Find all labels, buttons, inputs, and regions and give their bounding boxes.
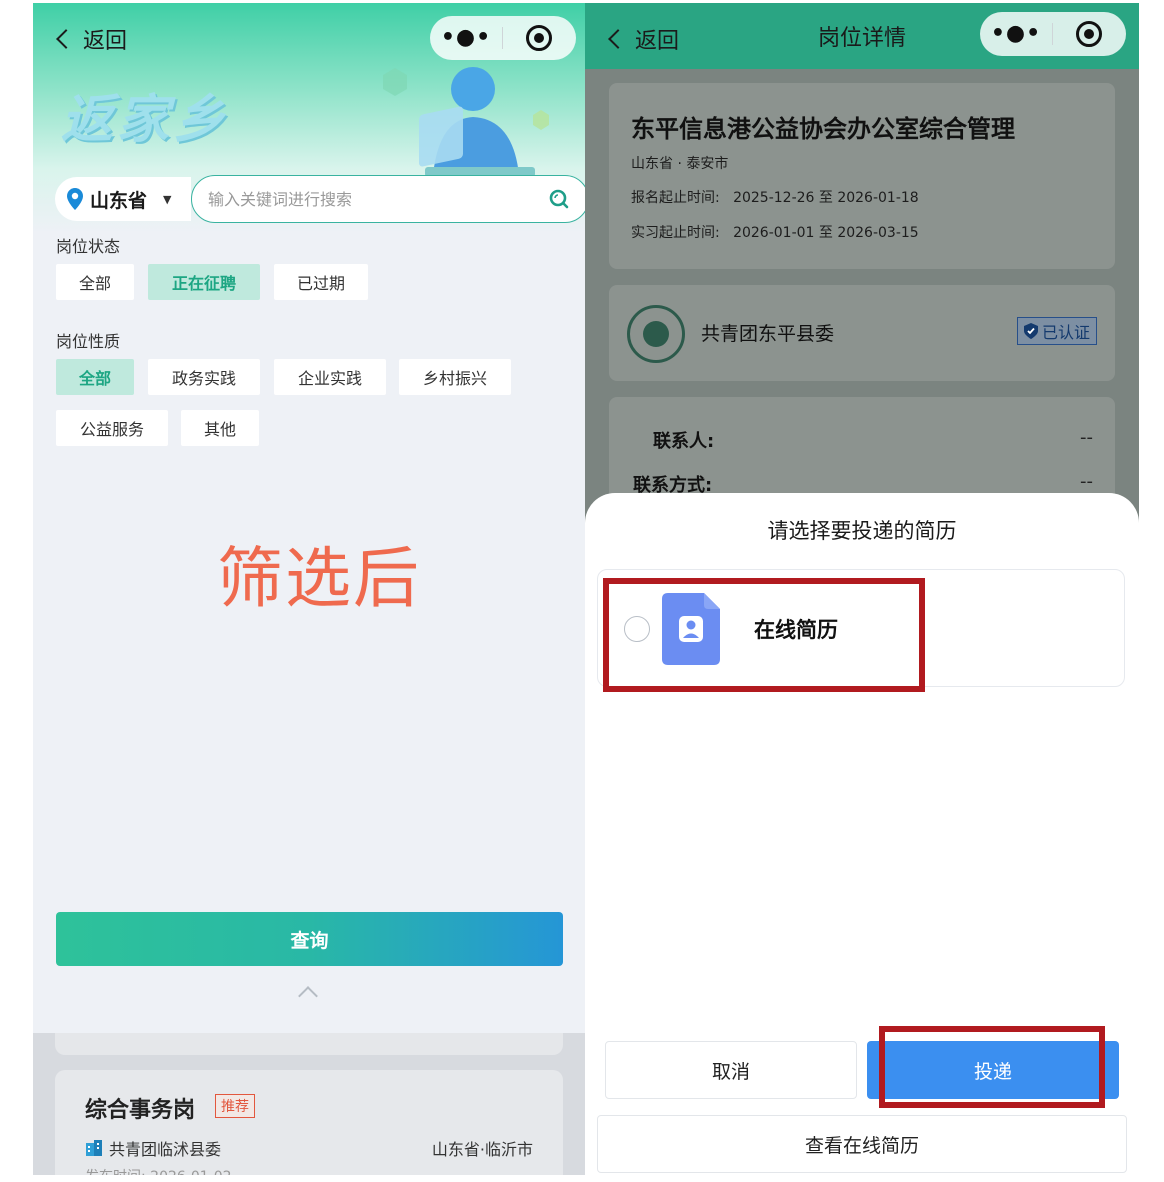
status-chip-expired[interactable]: 已过期 [274,264,368,300]
recommend-badge: 推荐 [215,1094,255,1118]
more-icon[interactable]: •●• [430,16,502,60]
query-button[interactable]: 查询 [56,912,563,966]
job-region: 山东省·临沂市 [431,1140,533,1159]
more-icon[interactable]: •●• [980,12,1052,56]
chevron-left-icon [56,29,76,49]
job-detail-title: 东平信息港公益协会办公室综合管理 [631,115,1015,143]
intern-label: 实习起止时间: [631,225,720,241]
mini-program-capsule: •●• [980,12,1126,56]
contact-person-label: 联系人: [653,431,715,452]
job-location: 山东省 · 泰安市 [631,156,729,172]
previous-card-edge [55,1033,563,1055]
province-selector[interactable]: 山东省 ▼ [55,177,191,221]
highlight-box-option [603,578,925,692]
close-target-icon[interactable] [1053,21,1125,47]
job-publish-time: 发布时间: 2026-01-02 [85,1166,232,1175]
back-label: 返回 [83,29,128,54]
org-name: 共青团东平县委 [701,323,835,345]
verified-label: 已认证 [1041,323,1090,342]
sheet-title: 请选择要投递的简历 [767,519,957,543]
status-section-label: 岗位状态 [56,237,121,256]
annotation-watermark: 筛选后 [217,540,421,617]
status-chip-recruiting[interactable]: 正在征聘 [148,264,260,300]
job-org: 共青团临沭县委 [85,1136,221,1160]
search-bar [191,175,585,223]
location-pin-icon [67,188,83,210]
signup-period: 报名起止时间: 2025-12-26 至 2026-01-18 [631,187,919,207]
nature-chip-rural[interactable]: 乡村振兴 [399,359,511,395]
close-target-icon[interactable] [503,25,575,51]
banner-illustration [383,67,549,177]
collapse-chevron-icon[interactable] [298,986,318,1006]
verified-badge: 已认证 [1016,317,1097,345]
cancel-button[interactable]: 取消 [605,1041,857,1099]
signup-label: 报名起止时间: [631,190,720,206]
contact-method-value: -- [1080,471,1093,492]
org-card: 共青团东平县委 已认证 [609,285,1115,381]
search-input[interactable] [208,189,528,209]
job-title: 综合事务岗 [85,1098,196,1123]
nature-section-label: 岗位性质 [56,332,121,351]
contact-person-value: -- [1080,427,1093,448]
nature-chip-government[interactable]: 政务实践 [148,359,260,395]
nature-chip-all[interactable]: 全部 [56,359,134,395]
signup-range: 2025-12-26 至 2026-01-18 [733,190,919,206]
back-button[interactable]: 返回 [53,23,127,55]
nature-chip-public-service[interactable]: 公益服务 [56,410,168,446]
shield-check-icon [1023,323,1038,339]
building-icon [86,1140,102,1156]
banner-title: 返家乡 [61,90,230,150]
search-icon[interactable] [548,188,570,210]
mini-program-capsule: •●• [430,16,576,60]
highlight-box-submit [879,1026,1105,1108]
nature-chip-enterprise[interactable]: 企业实践 [274,359,386,395]
intern-range: 2026-01-01 至 2026-03-15 [733,225,919,241]
job-summary-card: 东平信息港公益协会办公室综合管理 山东省 · 泰安市 报名起止时间: 2025-… [609,83,1115,269]
org-avatar-icon [627,305,685,363]
right-screen: 返回 岗位详情 •●• 东平信息港公益协会办公室综合管理 山东省 · 泰安市 报… [585,3,1139,1175]
status-chip-all[interactable]: 全部 [56,264,134,300]
job-org-name: 共青团临沭县委 [109,1140,222,1159]
view-resume-button[interactable]: 查看在线简历 [597,1115,1127,1173]
job-card[interactable]: 综合事务岗 推荐 共青团临沭县委 山东省·临沂市 发布时间: 2026-01-0… [55,1070,563,1175]
resume-select-sheet: 请选择要投递的简历 在线简历 取消 投递 查看在线简历 [585,493,1139,1175]
intern-period: 实习起止时间: 2026-01-01 至 2026-03-15 [631,222,919,242]
province-label: 山东省 [90,189,148,212]
nature-chip-other[interactable]: 其他 [181,410,259,446]
left-screen: 返回 •●• 返家乡 山东省 ▼ 岗位状态 全部 正在征聘 已过期 岗位性质 全… [33,3,585,1175]
dropdown-caret-icon: ▼ [163,192,172,206]
